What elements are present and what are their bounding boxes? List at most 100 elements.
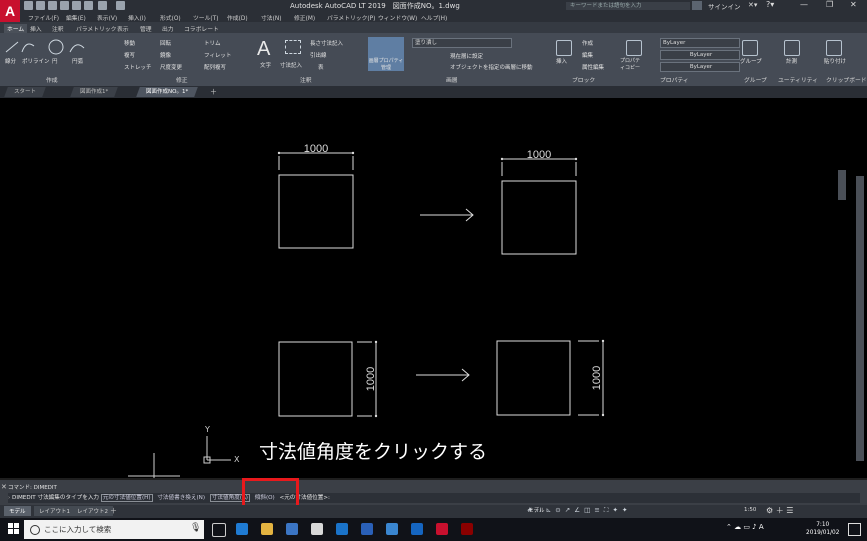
create-block-tool[interactable]: 作成 (582, 39, 593, 47)
app-icon-4[interactable] (461, 523, 473, 535)
edge-icon[interactable] (236, 523, 248, 535)
menu-dimension[interactable]: 寸法(N) (261, 13, 281, 22)
save-as-icon[interactable] (60, 1, 69, 10)
add-layout-icon[interactable]: ＋ (110, 506, 117, 516)
help-icon[interactable]: ?▾ (766, 0, 774, 9)
annotation-panel-label[interactable]: 注釈 (300, 75, 312, 84)
table-tool[interactable]: 表 (318, 63, 324, 71)
exchange-icon[interactable]: ✕▾ (748, 1, 757, 9)
tab-view[interactable]: 表示 (117, 24, 129, 33)
menu-tools[interactable]: ツール(T) (193, 13, 218, 22)
open-file-icon[interactable] (36, 1, 45, 10)
command-line[interactable]: › DIMEDIT 寸法編集のタイプを入力 元の寸法値位置(H) 寸法値書き換え… (8, 493, 860, 503)
menu-edit[interactable]: 編集(E) (66, 13, 86, 22)
paste-icon[interactable] (826, 40, 842, 56)
minimize-icon[interactable]: — (800, 0, 808, 9)
plot-icon[interactable] (72, 1, 81, 10)
lineweight-dropdown[interactable]: ByLayer (660, 62, 740, 72)
tab-insert[interactable]: 挿入 (30, 24, 42, 33)
tab-annotate[interactable]: 注釈 (52, 24, 64, 33)
app-icon-2[interactable] (361, 523, 373, 535)
layers-panel-label[interactable]: 画層 (446, 75, 458, 84)
mirror-tool[interactable]: 鏡像 (160, 51, 171, 59)
menu-insert[interactable]: 挿入(I) (128, 13, 146, 22)
app-icon-1[interactable] (336, 523, 348, 535)
menu-window[interactable]: ウィンドウ(W) (378, 13, 417, 22)
new-tab-icon[interactable]: ＋ (210, 87, 217, 97)
close-command-icon[interactable]: ✕ (1, 483, 7, 491)
app-icon-3[interactable] (386, 523, 398, 535)
menu-draw[interactable]: 作成(D) (227, 13, 248, 22)
stretch-tool[interactable]: ストレッチ (124, 63, 152, 71)
workspace-gear-icon[interactable]: ⚙ ＋ ☰ (766, 505, 793, 516)
tab-home[interactable]: ホーム (4, 24, 28, 33)
undo-icon[interactable] (98, 1, 107, 10)
insert-block-icon[interactable] (556, 40, 572, 56)
scale-tool[interactable]: 尺度変更 (160, 63, 182, 71)
circle-tool-icon[interactable] (46, 38, 86, 56)
option-home-position[interactable]: 元の寸法値位置(H) (100, 494, 153, 502)
menu-view[interactable]: 表示(V) (97, 13, 117, 22)
line-tool-icon[interactable] (4, 38, 36, 56)
move-tool[interactable]: 移動 (124, 39, 135, 47)
utilities-panel-label[interactable]: ユーティリティ (778, 75, 818, 84)
mail-icon[interactable] (286, 523, 298, 535)
linetype-dropdown[interactable]: ByLayer (660, 50, 740, 60)
task-view-icon[interactable] (212, 523, 226, 537)
groups-panel-label[interactable]: グループ (744, 75, 767, 84)
array-tool[interactable]: 配列複写 (204, 63, 226, 71)
move-to-layer-tool[interactable]: オブジェクトを指定の画層に移動 (450, 63, 533, 71)
block-panel-label[interactable]: ブロック (572, 75, 595, 84)
measure-icon[interactable] (784, 40, 800, 56)
draw-panel-label[interactable]: 作成 (46, 75, 58, 84)
tab-model[interactable]: モデル (4, 506, 31, 516)
layer-dropdown[interactable]: 塗り潰し (412, 38, 512, 48)
status-toggles[interactable]: # ⁞⁞ ⊾ ⊙ ↗ ∠ ◫ ≡ ⛶ ✦ ✦ (527, 506, 628, 515)
menu-format[interactable]: 形式(O) (160, 13, 181, 22)
group-icon[interactable] (742, 40, 758, 56)
fillet-tool[interactable]: フィレット (204, 51, 231, 59)
linear-dim-tool[interactable]: 長さ寸法記入 (310, 39, 343, 47)
windows-start-icon[interactable] (8, 523, 19, 534)
microphone-icon[interactable]: 🎙 (190, 523, 201, 533)
clipboard-panel-label[interactable]: クリップボード (826, 75, 867, 84)
save-icon[interactable] (48, 1, 57, 10)
menu-file[interactable]: ファイル(F) (28, 13, 59, 22)
modify-panel-label[interactable]: 修正 (176, 75, 188, 84)
menu-help[interactable]: ヘルプ(H) (421, 13, 447, 22)
edit-attributes-tool[interactable]: 属性編集 (582, 63, 604, 71)
palette-handle-1[interactable] (838, 170, 846, 200)
tab-parametric[interactable]: パラメトリック (76, 24, 116, 33)
tab-drawing-1[interactable]: 図面作成1* (70, 87, 119, 97)
tab-layout1[interactable]: レイアウト1 (34, 506, 75, 516)
menu-modify[interactable]: 修正(M) (294, 13, 315, 22)
leader-tool[interactable]: 引出線 (310, 51, 327, 59)
copy-tool[interactable]: 複写 (124, 51, 135, 59)
set-current-layer-tool[interactable]: 現在層に設定 (450, 52, 483, 60)
close-icon[interactable]: ✕ (850, 0, 857, 9)
store-icon[interactable] (311, 523, 323, 535)
menu-parametric[interactable]: パラメトリック(P) (327, 13, 375, 22)
tab-output[interactable]: 出力 (162, 24, 174, 33)
edit-block-tool[interactable]: 編集 (582, 51, 593, 59)
autocad-taskbar-icon[interactable] (436, 523, 448, 535)
color-dropdown[interactable]: ByLayer (660, 38, 740, 48)
dimension-icon[interactable] (285, 40, 301, 54)
palette-handle-2[interactable] (856, 176, 864, 461)
tab-layout2[interactable]: レイアウト2 (72, 506, 113, 516)
properties-panel-label[interactable]: プロパティ (660, 75, 689, 84)
annotation-scale[interactable]: 1:50 (744, 507, 756, 513)
match-properties-icon[interactable] (626, 40, 642, 56)
redo-icon[interactable] (116, 1, 125, 10)
option-new-text[interactable]: 寸法値書き換え(N) (157, 495, 205, 501)
binoculars-icon[interactable] (692, 1, 702, 10)
restore-icon[interactable]: ❐ (826, 0, 833, 9)
autocad-logo-icon[interactable]: A (0, 0, 20, 22)
tab-manage[interactable]: 管理 (140, 24, 152, 33)
tab-start[interactable]: スタート (4, 87, 46, 97)
sign-in-button[interactable]: サインイン (708, 1, 741, 11)
rotate-tool[interactable]: 回転 (160, 39, 171, 47)
tab-collaborate[interactable]: コラボレート (184, 24, 219, 33)
trim-tool[interactable]: トリム (204, 39, 221, 47)
taskbar-clock[interactable]: 7:10 2019/01/02 (806, 521, 839, 537)
